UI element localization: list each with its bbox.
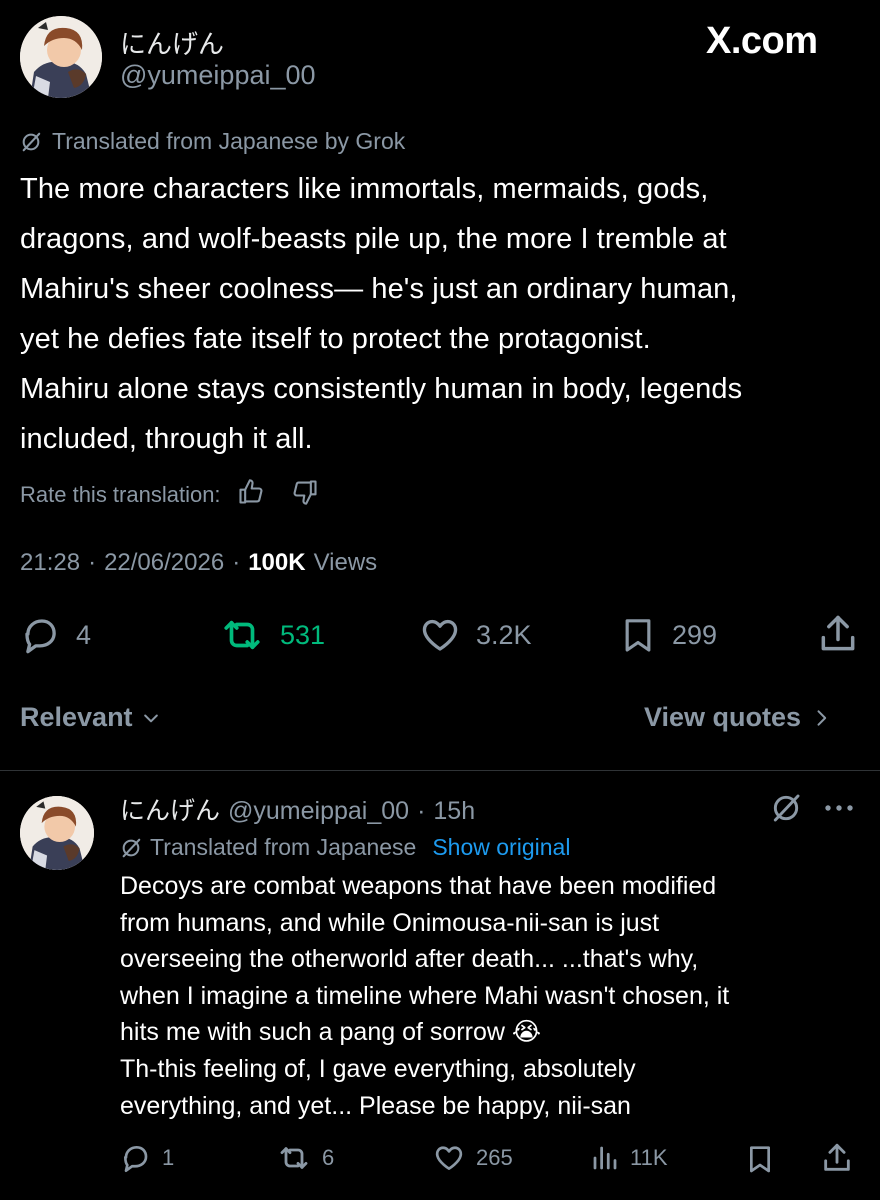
grok-icon [122, 838, 141, 857]
reply-like-count: 265 [476, 1145, 513, 1170]
reply-like-button[interactable]: 265 [432, 1142, 513, 1174]
reply-repost-button[interactable]: 6 [276, 1142, 334, 1174]
chevron-right-icon [817, 709, 827, 726]
reply-text: Decoys are combat weapons that have been… [120, 868, 870, 1124]
reply-reply-button[interactable]: 1 [120, 1142, 174, 1174]
repost-icon [224, 620, 260, 650]
reply-reply-count: 1 [162, 1145, 175, 1170]
views-count: 100K [248, 549, 306, 576]
reply-text-line: everything, and yet... Please be happy, … [120, 1091, 631, 1120]
reply-text-line: overseeing the otherworld after death...… [120, 945, 699, 974]
reply-text-line: hits me with such a pang of sorrow 😭 [120, 1018, 542, 1047]
rate-translation: Rate this translation: [20, 478, 319, 511]
reply-display-name[interactable]: にんげん [120, 791, 220, 827]
reply-views-button[interactable]: 11K [590, 1142, 668, 1174]
like-count: 3.2K [476, 619, 532, 650]
grok-icon [22, 132, 41, 151]
sort-relevant-button[interactable]: Relevant [20, 702, 161, 733]
thumbs-up-icon[interactable] [237, 478, 265, 511]
post-time: 21:28 [20, 549, 81, 576]
chevron-down-icon [143, 714, 158, 722]
bookmark-icon [625, 619, 651, 652]
brand-logo: X.com [706, 20, 818, 62]
reply-time[interactable]: 15h [433, 797, 475, 826]
share-icon [821, 615, 855, 651]
views-label: Views [313, 549, 378, 576]
meta-separator: · [232, 549, 241, 576]
thumbs-down-icon[interactable] [291, 478, 319, 511]
reply-bookmark-button[interactable] [744, 1142, 776, 1181]
meta-separator: · [417, 797, 426, 825]
reply-text-line: from humans, and while Onimousa-nii-san … [120, 908, 660, 937]
reply-text-line: Decoys are combat weapons that have been… [120, 872, 717, 900]
repost-button[interactable]: 531 [218, 614, 325, 656]
reply-icon [124, 1146, 148, 1172]
view-quotes-link[interactable]: View quotes [644, 702, 831, 733]
share-button[interactable] [816, 612, 860, 661]
translated-from-label: Translated from Japanese by Grok [52, 128, 406, 154]
post-text-line: Mahiru's sheer coolness— he's just an or… [20, 273, 738, 305]
more-dots-icon [825, 805, 853, 811]
avatar-illustration-icon [20, 16, 102, 98]
post-text: The more characters like immortals, merm… [20, 164, 870, 464]
avatar-illustration-icon [20, 796, 94, 870]
author-avatar[interactable] [20, 16, 102, 98]
grok-icon [773, 794, 800, 822]
rate-translation-label: Rate this translation: [20, 481, 221, 507]
repost-count: 531 [280, 619, 326, 650]
reply-handle[interactable]: @yumeippai_00 [228, 797, 409, 826]
reply-text-line: Th-this feeling of, I gave everything, a… [120, 1054, 636, 1083]
section-divider [0, 770, 880, 771]
meta-separator: · [88, 549, 97, 576]
reply-header: にんげん @yumeippai_00 · 15h [120, 791, 475, 827]
bookmark-icon [750, 1146, 770, 1173]
post-text-line: Mahiru alone stays consistently human in… [20, 373, 743, 405]
post-meta: 21:28 · 22/06/2026 · 100K Views [20, 549, 377, 577]
like-button[interactable]: 3.2K [418, 614, 532, 656]
reply-translated-label: Translated from Japanese [150, 834, 417, 860]
reply-author-avatar[interactable] [20, 796, 94, 870]
reply-text-line: when I imagine a timeline where Mahi was… [120, 981, 730, 1010]
reply-views-count: 11K [630, 1145, 668, 1170]
post-text-line: yet he defies fate itself to protect the… [20, 323, 651, 355]
share-icon [824, 1143, 850, 1171]
sort-relevant-label: Relevant [20, 702, 133, 732]
reply-button[interactable]: 4 [20, 614, 91, 656]
author-display-name[interactable]: にんげん [120, 24, 224, 61]
post-text-line: included, through it all. [20, 423, 313, 455]
post-date: 22/06/2026 [104, 549, 225, 576]
reply-repost-count: 6 [322, 1145, 335, 1170]
reply-more-button[interactable] [822, 798, 856, 823]
grok-translate-indicator: Translated from Japanese by Grok [20, 128, 405, 155]
bookmark-button[interactable]: 299 [618, 614, 717, 656]
heart-icon [435, 1146, 463, 1170]
reply-icon [25, 619, 56, 654]
reply-translated-indicator: Translated from Japanese Show original [120, 834, 570, 861]
heart-icon [422, 619, 458, 651]
reply-count: 4 [76, 619, 92, 650]
show-original-link[interactable]: Show original [432, 834, 570, 861]
reply-share-button[interactable] [820, 1140, 854, 1181]
view-quotes-label: View quotes [644, 702, 802, 732]
post-text-line: The more characters like immortals, merm… [20, 173, 709, 205]
repost-icon [280, 1147, 308, 1169]
reply-grok-button[interactable] [770, 792, 802, 829]
bookmark-count: 299 [672, 619, 718, 650]
post-text-line: dragons, and wolf-beasts pile up, the mo… [20, 223, 727, 255]
analytics-icon [593, 1146, 617, 1170]
author-handle[interactable]: @yumeippai_00 [120, 60, 316, 91]
